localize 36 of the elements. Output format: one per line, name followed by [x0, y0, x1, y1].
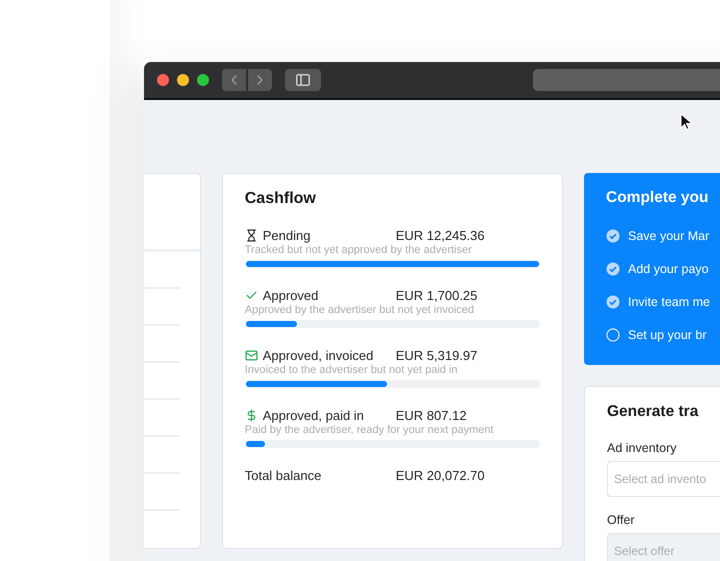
dollar-icon: [244, 409, 258, 422]
status-label: Approved, invoiced: [262, 348, 374, 363]
field-label: Offer: [607, 513, 636, 527]
status-label: Approved: [262, 288, 318, 303]
status-description: Approved by the advertiser but not yet invoiced: [244, 304, 476, 316]
forward-button[interactable]: [248, 69, 272, 91]
sidebar-icon: [296, 74, 310, 86]
total-label: Total balance: [244, 468, 322, 483]
amount: EUR 5,319.97: [396, 348, 478, 363]
amount: EUR 1,700.25: [396, 288, 478, 303]
checklist-item[interactable]: Set up your br: [628, 328, 707, 342]
amount: EUR 807.12: [396, 408, 468, 423]
card-title: Generate tra: [607, 403, 700, 421]
sidebar-toggle-button[interactable]: [285, 69, 321, 91]
cursor-icon: [680, 113, 692, 131]
maximize-button[interactable]: [197, 74, 209, 86]
select-field[interactable]: Select ad invento: [607, 461, 720, 497]
checklist-item[interactable]: Save your Mar: [628, 228, 710, 242]
envelope-icon: [244, 349, 258, 362]
card-title: Complete you: [606, 189, 710, 207]
status-description: Tracked but not yet approved by the advertiser: [244, 244, 473, 256]
close-button[interactable]: [157, 74, 169, 86]
field-label: Ad inventory: [607, 441, 678, 455]
checklist-item[interactable]: Add your payo: [628, 262, 709, 276]
back-button[interactable]: [222, 69, 246, 91]
status-description: Invoiced to the advertiser but not yet paid in: [244, 364, 459, 376]
select-field[interactable]: Select offer: [607, 533, 720, 561]
amount: EUR 12,245.36: [396, 228, 486, 243]
card-title: Cashflow: [244, 190, 317, 208]
total-amount: EUR 20,072.70: [396, 468, 486, 483]
status-label: Pending: [262, 228, 310, 243]
status-description: Paid by the advertiser, ready for your next payment: [244, 424, 495, 436]
hourglass-icon: [244, 229, 258, 242]
checklist-item[interactable]: Invite team me: [628, 294, 710, 308]
minimize-button[interactable]: [177, 74, 189, 86]
status-label: Approved, paid in: [262, 408, 364, 423]
